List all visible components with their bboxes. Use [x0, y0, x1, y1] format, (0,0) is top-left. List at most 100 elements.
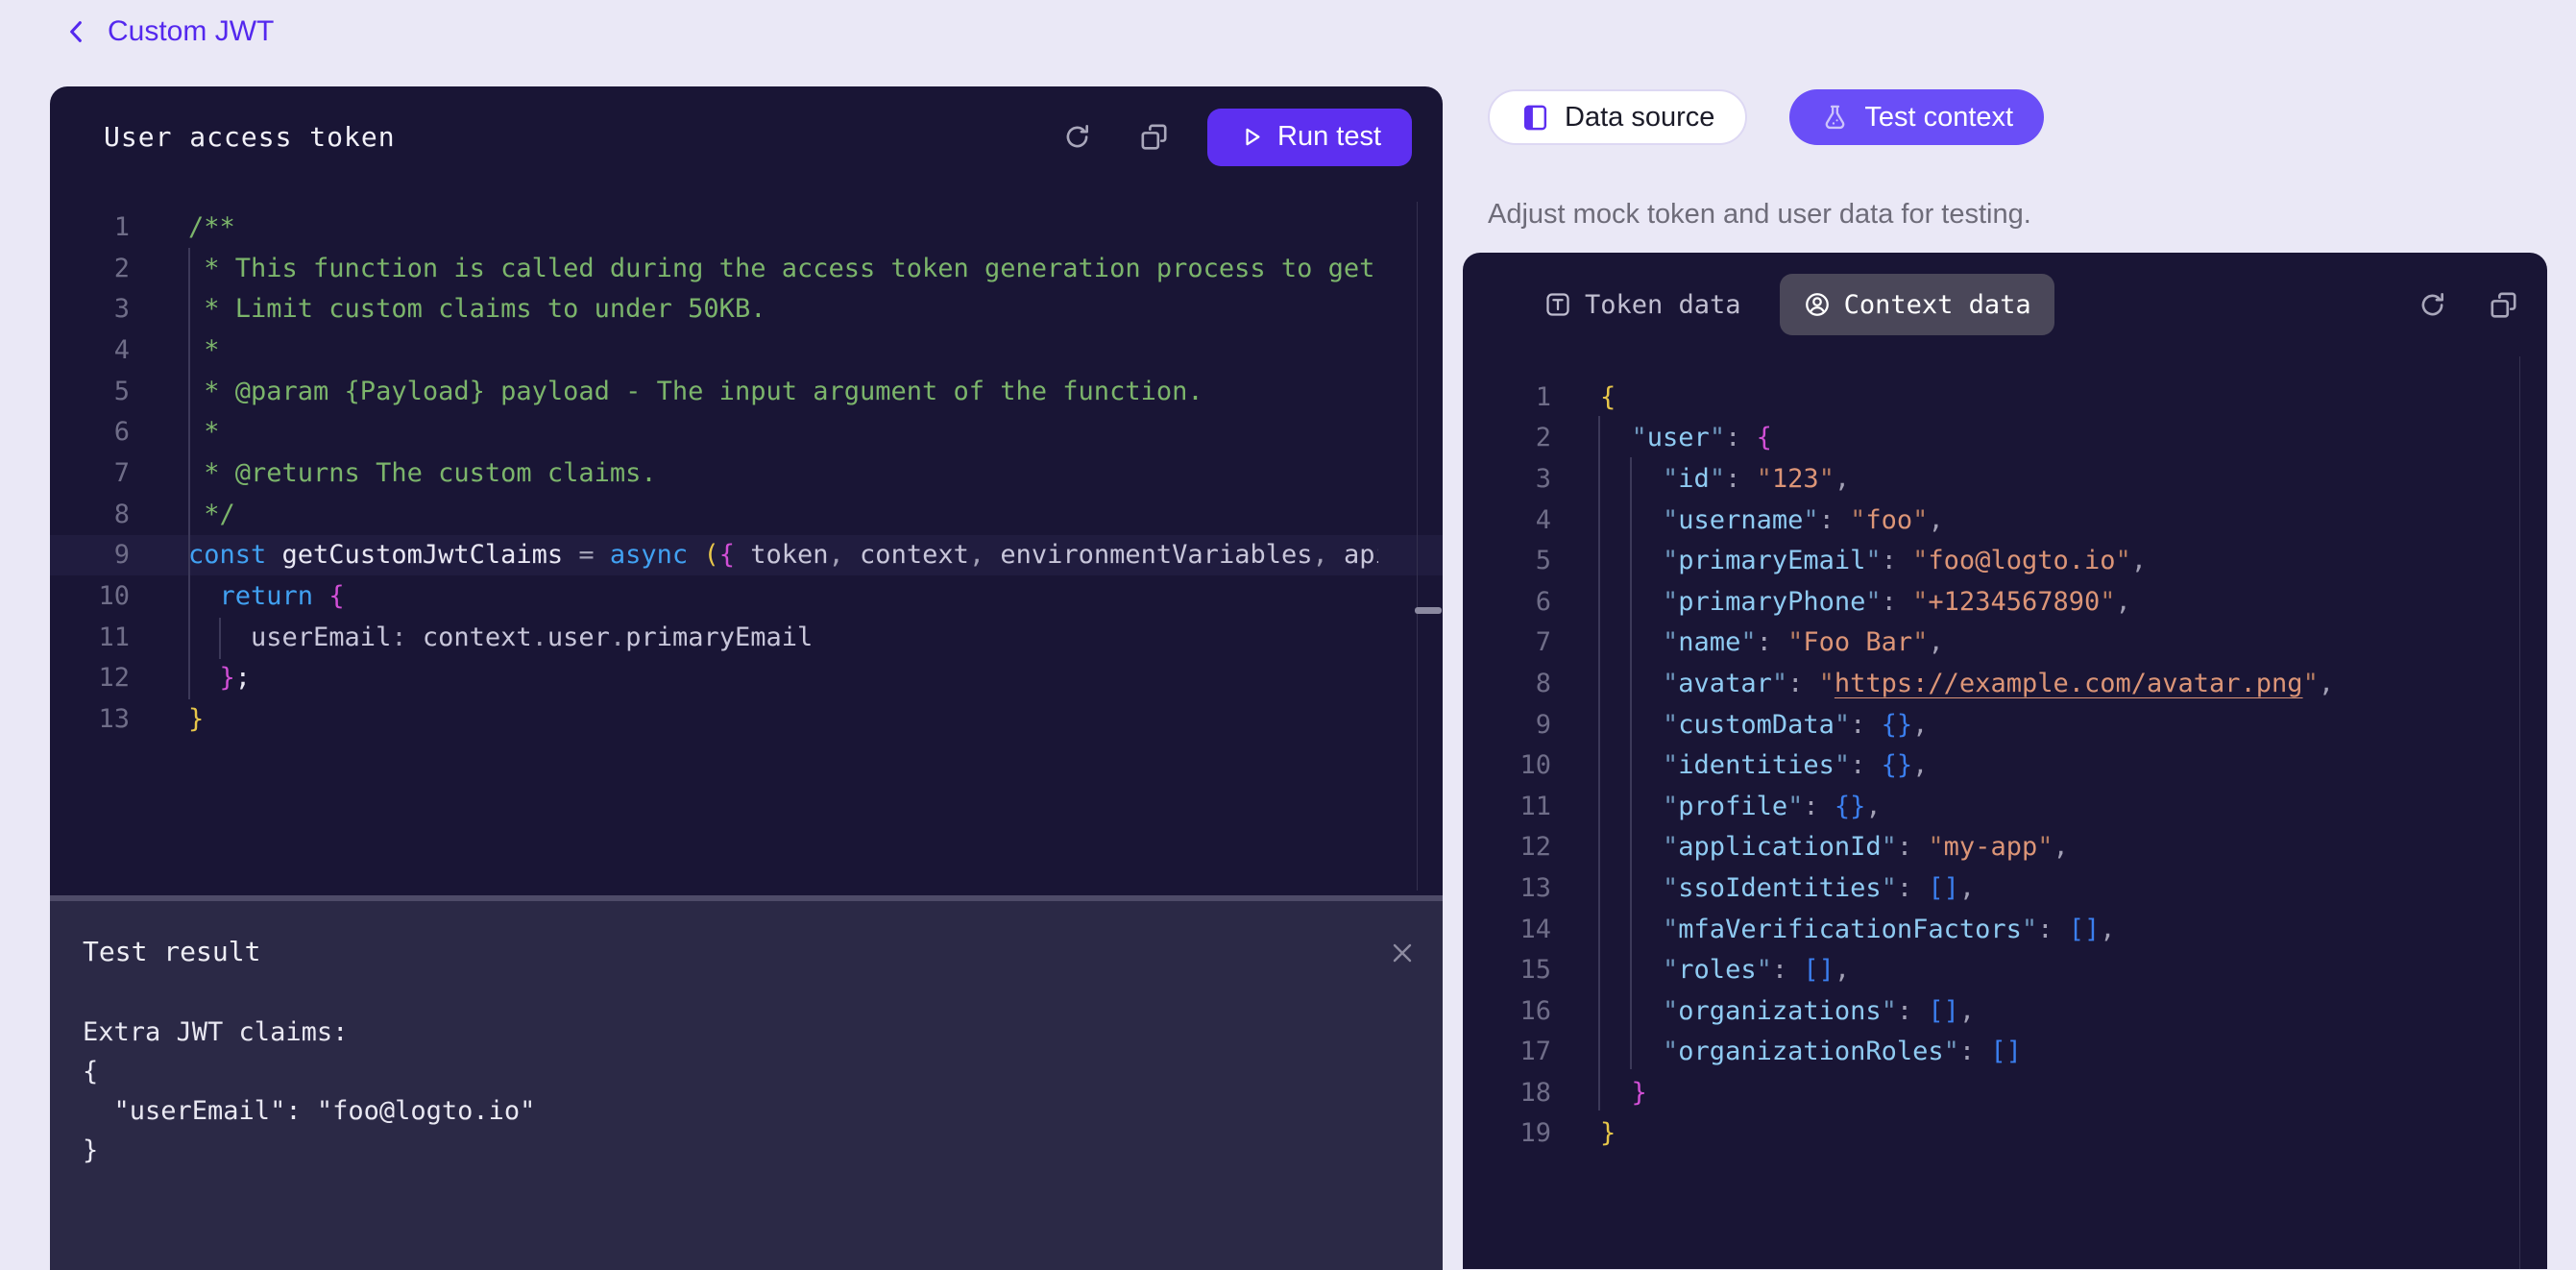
test-result-panel: Test result Extra JWT claims: { "userEma…	[50, 901, 1443, 1270]
editor-header: User access token Run test	[50, 86, 1443, 187]
code-text: userEmail: context.user.primaryEmail	[130, 623, 1378, 652]
line-number: 2	[50, 254, 130, 283]
refresh-icon	[1061, 121, 1093, 153]
code-text: const getCustomJwtClaims = async ({ toke…	[130, 540, 1378, 570]
code-line: 6 *	[50, 411, 1443, 452]
json-editor[interactable]: 1{2 "user": {3 "id": "123",4 "username":…	[1463, 356, 2547, 1269]
code-text: "identities": {},	[1551, 750, 2454, 780]
code-text: "customData": {},	[1551, 710, 2454, 740]
line-number: 7	[1463, 627, 1551, 657]
code-line: 1/**	[50, 207, 1443, 248]
line-number: 2	[1463, 423, 1551, 452]
editor-card: User access token Run test 1/**2 * This …	[50, 86, 1443, 1270]
line-number: 17	[1463, 1037, 1551, 1066]
code-line: 12 "applicationId": "my-app",	[1463, 827, 2547, 868]
code-text: /**	[130, 212, 1378, 242]
flask-icon	[1820, 103, 1850, 133]
line-number: 10	[50, 581, 130, 611]
code-line: 10 return {	[50, 575, 1443, 617]
line-number: 3	[50, 294, 130, 324]
indent-guide	[188, 248, 190, 699]
code-line: 5 * @param {Payload} payload - The input…	[50, 371, 1443, 412]
refresh-button[interactable]	[1059, 120, 1094, 155]
code-line: 4 "username": "foo",	[1463, 500, 2547, 541]
line-number: 19	[1463, 1118, 1551, 1148]
code-line: 11 userEmail: context.user.primaryEmail	[50, 617, 1443, 658]
code-line: 13}	[50, 698, 1443, 740]
code-text: return {	[130, 581, 1378, 611]
play-icon	[1238, 124, 1264, 150]
line-number: 9	[1463, 710, 1551, 740]
indent-guide	[219, 618, 221, 659]
context-card: Token data Context data 1{2 "user":	[1463, 253, 2547, 1269]
code-line: 3 * Limit custom claims to under 50KB.	[50, 288, 1443, 330]
line-number: 14	[1463, 915, 1551, 944]
data-source-button[interactable]: Data source	[1488, 89, 1747, 145]
line-number: 1	[50, 212, 130, 242]
refresh-icon	[2417, 289, 2448, 321]
code-line: 6 "primaryPhone": "+1234567890",	[1463, 581, 2547, 623]
code-line: 12 };	[50, 658, 1443, 699]
code-line: 9const getCustomJwtClaims = async ({ tok…	[50, 535, 1443, 576]
copy-icon	[2488, 289, 2519, 321]
line-number: 13	[50, 704, 130, 734]
line-number: 8	[1463, 669, 1551, 698]
scrollbar-cursor-marker	[1415, 607, 1442, 614]
main-columns: User access token Run test 1/**2 * This …	[50, 0, 2547, 1270]
line-number: 18	[1463, 1078, 1551, 1108]
code-line: 15 "roles": [],	[1463, 949, 2547, 990]
test-context-button[interactable]: Test context	[1789, 89, 2044, 145]
line-number: 3	[1463, 464, 1551, 494]
test-context-label: Test context	[1864, 102, 2013, 134]
copy-button[interactable]	[1136, 120, 1171, 155]
scrollbar-track[interactable]	[2519, 356, 2520, 1269]
code-text: */	[130, 500, 1378, 529]
tab-context-data[interactable]: Context data	[1780, 274, 2054, 335]
context-copy-button[interactable]	[2486, 287, 2520, 322]
code-line: 9 "customData": {},	[1463, 704, 2547, 745]
code-text: "avatar": "https://example.com/avatar.pn…	[1551, 669, 2454, 698]
code-line: 1{	[1463, 377, 2547, 418]
context-header: Token data Context data	[1463, 253, 2547, 356]
book-icon	[1520, 103, 1550, 133]
line-number: 5	[1463, 546, 1551, 575]
line-number: 9	[50, 540, 130, 570]
code-line: 8 "avatar": "https://example.com/avatar.…	[1463, 663, 2547, 704]
run-test-button[interactable]: Run test	[1207, 109, 1412, 166]
close-button[interactable]	[1387, 938, 1418, 968]
code-text: *	[130, 335, 1378, 365]
description-text: Adjust mock token and user data for test…	[1488, 199, 2547, 231]
code-text: "ssoIdentities": [],	[1551, 873, 2454, 903]
line-number: 6	[50, 417, 130, 447]
context-refresh-button[interactable]	[2415, 287, 2449, 322]
code-text: {	[1551, 382, 2454, 412]
line-number: 6	[1463, 587, 1551, 617]
line-number: 4	[1463, 505, 1551, 535]
copy-icon	[1138, 121, 1170, 153]
line-number: 11	[1463, 792, 1551, 821]
editor-title: User access token	[104, 121, 396, 153]
code-line: 10 "identities": {},	[1463, 745, 2547, 786]
code-line: 8 */	[50, 494, 1443, 535]
line-number: 7	[50, 458, 130, 488]
code-line: 2 "user": {	[1463, 418, 2547, 459]
tab-token-data[interactable]: Token data	[1520, 274, 1764, 335]
code-text: "name": "Foo Bar",	[1551, 627, 2454, 657]
test-result-content: Extra JWT claims: { "userEmail": "foo@lo…	[83, 1013, 1410, 1170]
tab-token-data-label: Token data	[1585, 290, 1741, 320]
code-text: "user": {	[1551, 423, 2454, 452]
tab-context-data-label: Context data	[1844, 290, 2031, 320]
test-result-title: Test result	[83, 936, 1410, 967]
code-editor[interactable]: 1/**2 * This function is called during t…	[50, 187, 1443, 895]
line-number: 1	[1463, 382, 1551, 412]
line-number: 5	[50, 377, 130, 406]
code-line: 7 "name": "Foo Bar",	[1463, 623, 2547, 664]
code-text: *	[130, 417, 1378, 447]
code-text: "organizations": [],	[1551, 996, 2454, 1026]
code-text: "applicationId": "my-app",	[1551, 832, 2454, 862]
close-icon	[1387, 938, 1418, 968]
line-number: 10	[1463, 750, 1551, 780]
scrollbar-track[interactable]	[1417, 202, 1418, 891]
indent-guide	[1598, 416, 1600, 1111]
source-switch-row: Data source Test context	[1463, 89, 2547, 145]
